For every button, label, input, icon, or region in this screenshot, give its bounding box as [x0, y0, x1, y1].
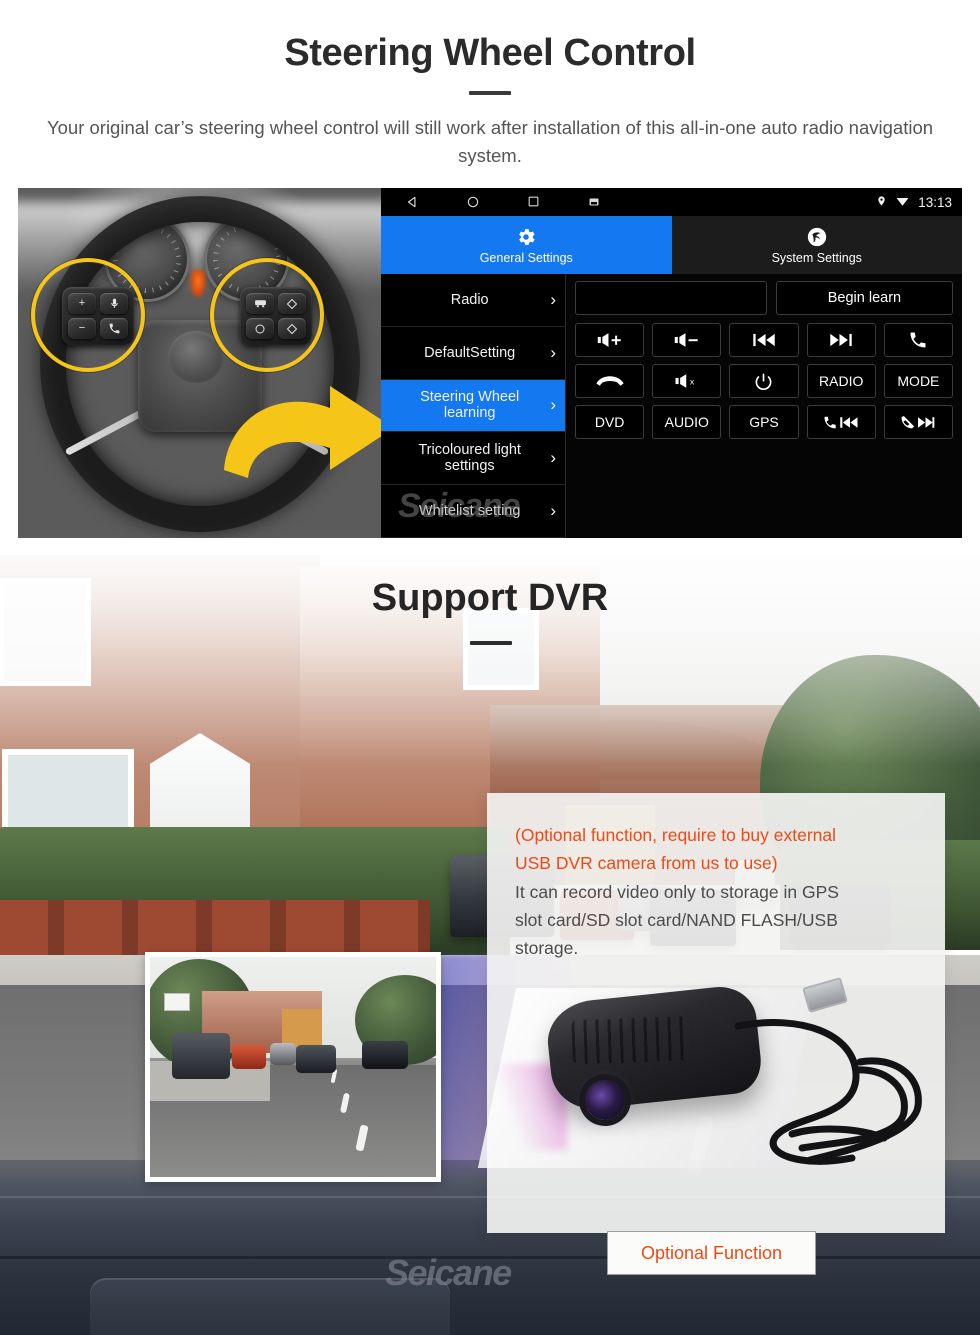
chevron-right-icon: › — [550, 448, 556, 468]
clock-time: 13:13 — [918, 194, 952, 210]
chevron-right-icon: › — [550, 342, 556, 362]
optional-function-button[interactable]: Optional Function — [607, 1231, 816, 1275]
key-radio[interactable]: RADIO — [806, 364, 876, 398]
learn-controls-row: Begin learn — [575, 281, 953, 315]
menu-item-tricoloured-light-settings-label: Tricoloured light settings — [418, 442, 521, 475]
system-logo-icon — [806, 226, 828, 248]
key-mute[interactable]: x — [652, 364, 722, 398]
menu-item-radio-label: Radio — [450, 291, 489, 308]
learn-input[interactable] — [575, 281, 767, 315]
dash-vent — [90, 1278, 450, 1335]
chevron-right-icon: › — [550, 395, 556, 415]
dash-crease-bottom — [0, 1256, 980, 1259]
usb-cable — [732, 1008, 932, 1188]
menu-item-default-setting-label: DefaultSetting — [424, 344, 516, 361]
settings-tab-bar: General Settings System Settings — [381, 216, 962, 274]
android-head-unit-screen: 13:13 General Settings System Settings R… — [381, 188, 962, 538]
chevron-right-icon: › — [550, 501, 556, 521]
menu-item-steering-wheel-learning-label: Steering Wheel learning — [420, 389, 520, 422]
dvr-section-title: Support DVR — [371, 577, 609, 619]
dvr-note-highlight-line-2: USB DVR camera from us to use) — [515, 853, 778, 874]
tab-system-settings-label: System Settings — [771, 250, 862, 265]
preview-frame — [150, 957, 436, 1177]
dvr-title-divider — [470, 641, 512, 645]
steering-wheel-section: Steering Wheel Control Your original car… — [0, 0, 980, 555]
camera-vent-grille — [571, 1016, 693, 1065]
menu-item-radio[interactable]: Radio › — [381, 274, 565, 327]
preview-car — [362, 1041, 408, 1069]
title-divider — [469, 90, 511, 95]
dvr-recording-preview — [145, 952, 441, 1182]
wifi-icon — [895, 195, 910, 210]
left-controls-highlight-circle — [31, 258, 145, 372]
steering-learning-content: Begin learn x RADIO MODE DVD AUDIO GPS — [566, 274, 962, 538]
dvr-note-plain-line-3: storage. — [515, 938, 579, 959]
steering-section-title: Steering Wheel Control — [284, 32, 696, 74]
steering-key-grid: x RADIO MODE DVD AUDIO GPS — [575, 323, 953, 439]
product-feature-page: Steering Wheel Control Your original car… — [0, 0, 980, 1335]
key-audio[interactable]: AUDIO — [652, 405, 722, 439]
key-next-track[interactable] — [806, 323, 876, 357]
settings-menu-list: Radio › DefaultSetting › Steering Wheel … — [381, 274, 566, 538]
back-triangle-icon[interactable] — [405, 195, 419, 209]
settings-panel: Radio › DefaultSetting › Steering Wheel … — [381, 274, 962, 538]
menu-item-tricoloured-light-settings[interactable]: Tricoloured light settings › — [381, 432, 565, 486]
begin-learn-button[interactable]: Begin learn — [775, 281, 953, 315]
tab-system-settings[interactable]: System Settings — [671, 216, 962, 274]
tab-general-settings-label: General Settings — [479, 250, 573, 265]
menu-item-default-setting[interactable]: DefaultSetting › — [381, 327, 565, 380]
preview-car — [232, 1045, 266, 1069]
key-call-answer[interactable] — [883, 323, 953, 357]
preview-car — [270, 1043, 296, 1065]
status-bar-right: 13:13 — [876, 188, 952, 216]
device-composite: + − 13:13 General Settings System Settin… — [18, 188, 962, 538]
key-mode[interactable]: MODE — [883, 364, 953, 398]
gear-icon — [515, 226, 537, 248]
dvr-camera-product-image — [477, 968, 945, 1198]
recents-square-icon[interactable] — [527, 195, 541, 209]
home-circle-icon[interactable] — [466, 195, 480, 209]
key-power[interactable] — [729, 364, 799, 398]
location-pin-icon — [876, 194, 887, 211]
key-volume-down[interactable] — [652, 323, 722, 357]
preview-car — [172, 1033, 230, 1079]
key-previous-track[interactable] — [729, 323, 799, 357]
steering-wheel-photo: + − — [18, 188, 381, 538]
key-dvd[interactable]: DVD — [575, 405, 645, 439]
preview-sign — [164, 993, 190, 1011]
svg-text:x: x — [690, 376, 695, 386]
dvr-note-plain-line-1: It can record video only to storage in G… — [515, 881, 839, 902]
dvr-note-text: (Optional function, require to buy exter… — [487, 793, 945, 963]
key-callreject-next[interactable] — [883, 405, 953, 439]
tab-general-settings[interactable]: General Settings — [381, 216, 672, 274]
key-volume-up[interactable] — [575, 323, 645, 357]
preview-car — [296, 1045, 336, 1073]
pointer-arrow — [218, 374, 381, 484]
menu-item-whitelist-setting[interactable]: Whitelist setting › — [381, 485, 565, 538]
dvr-note-plain-line-2: slot card/SD slot card/NAND FLASH/USB — [515, 910, 838, 931]
dvr-note-highlight-line-1: (Optional function, require to buy exter… — [515, 825, 837, 845]
key-call-hangup[interactable] — [575, 364, 645, 398]
preview-shop — [282, 1009, 322, 1047]
screenshot-icon[interactable] — [588, 195, 602, 209]
key-gps[interactable]: GPS — [729, 405, 799, 439]
right-controls-highlight-circle — [210, 258, 324, 372]
steering-section-subtitle: Your original car’s steering wheel contr… — [46, 116, 934, 166]
key-call-previous[interactable] — [806, 405, 876, 439]
dvr-info-card: (Optional function, require to buy exter… — [477, 793, 945, 1233]
android-nav-buttons — [381, 195, 602, 209]
menu-item-whitelist-setting-label: Whitelist setting — [418, 502, 521, 519]
menu-item-steering-wheel-learning[interactable]: Steering Wheel learning › — [381, 379, 565, 433]
android-status-bar: 13:13 — [381, 188, 962, 216]
chevron-right-icon: › — [550, 289, 556, 309]
